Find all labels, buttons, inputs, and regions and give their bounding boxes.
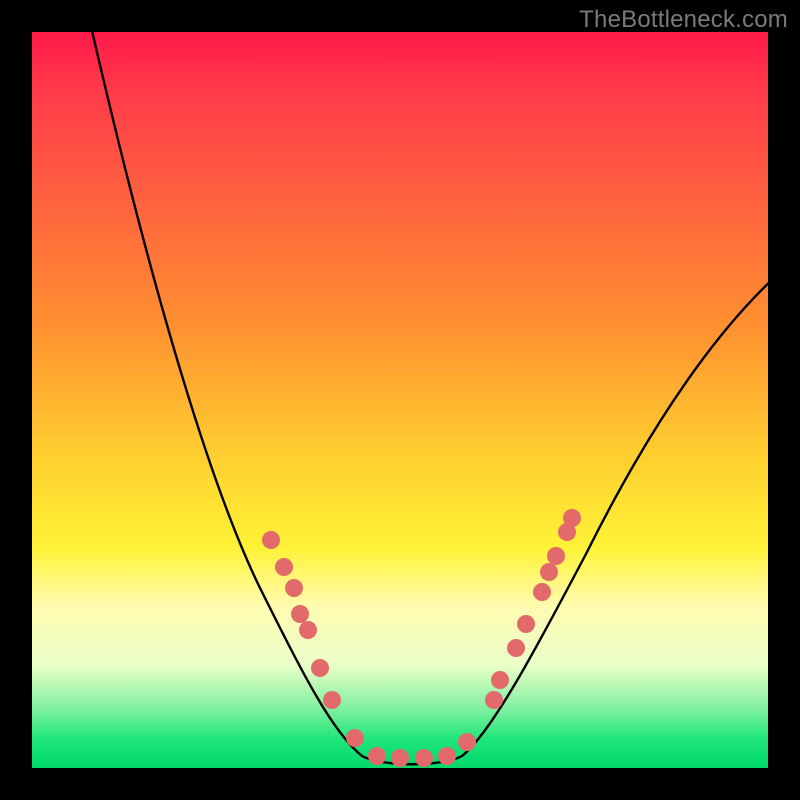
data-dot: [507, 639, 525, 657]
data-dot: [391, 749, 409, 767]
bottleneck-curve-path: [90, 22, 792, 764]
data-dot: [285, 579, 303, 597]
data-dot: [485, 691, 503, 709]
data-dot: [346, 729, 364, 747]
bottleneck-curve-svg: [32, 32, 768, 768]
data-dot: [311, 659, 329, 677]
data-dot: [368, 747, 386, 765]
data-dot: [547, 547, 565, 565]
data-dot: [533, 583, 551, 601]
data-dot: [291, 605, 309, 623]
data-dot: [563, 509, 581, 527]
data-dots-group: [262, 509, 581, 767]
data-dot: [275, 558, 293, 576]
data-dot: [415, 749, 433, 767]
data-dot: [323, 691, 341, 709]
data-dot: [517, 615, 535, 633]
data-dot: [458, 733, 476, 751]
data-dot: [491, 671, 509, 689]
data-dot: [540, 563, 558, 581]
chart-plot-area: [32, 32, 768, 768]
data-dot: [299, 621, 317, 639]
data-dot: [262, 531, 280, 549]
watermark-text: TheBottleneck.com: [579, 6, 788, 34]
data-dot: [438, 747, 456, 765]
